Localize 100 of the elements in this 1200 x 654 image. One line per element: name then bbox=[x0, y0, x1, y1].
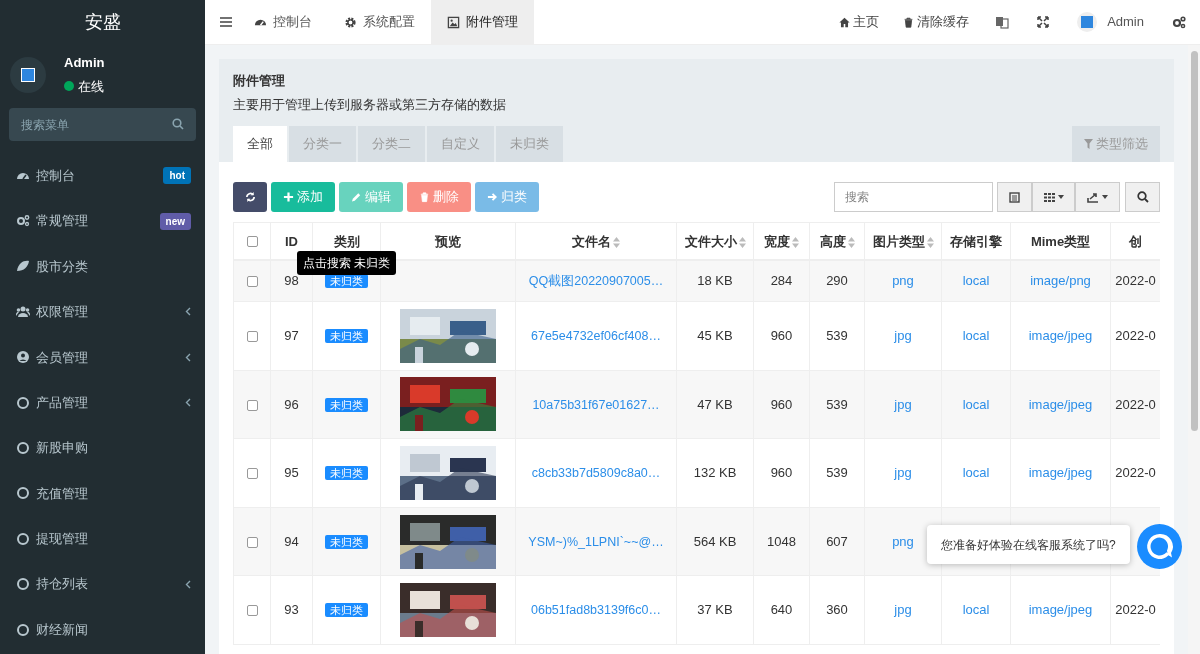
storage-link[interactable]: local bbox=[962, 465, 990, 481]
sidebar-item[interactable]: 充值管理 bbox=[0, 470, 205, 517]
mime-link[interactable]: image/jpeg bbox=[1028, 328, 1093, 344]
storage-link[interactable]: local bbox=[962, 328, 990, 344]
category-tag[interactable]: 未归类 bbox=[325, 329, 368, 344]
user-name[interactable]: Admin bbox=[1107, 12, 1144, 32]
gears-icon bbox=[16, 214, 30, 229]
date-cell: 2022-0 bbox=[1115, 328, 1156, 344]
mime-link[interactable]: image/jpeg bbox=[1028, 465, 1093, 481]
id-cell: 93 bbox=[284, 602, 299, 618]
row-checkbox[interactable] bbox=[246, 536, 258, 548]
filename-link[interactable]: YSM~)%_1LPNI`~~@… bbox=[528, 534, 664, 549]
image-type-link[interactable]: png bbox=[892, 533, 914, 549]
row-checkbox[interactable] bbox=[246, 605, 258, 617]
sidebar-item[interactable]: 权限管理 bbox=[0, 289, 205, 335]
leaf-icon bbox=[16, 259, 30, 274]
image-type-link[interactable]: jpg bbox=[894, 396, 912, 412]
search-button[interactable] bbox=[1125, 182, 1160, 212]
nav-link[interactable]: 清除缓存 bbox=[891, 0, 982, 44]
size-cell: 45 KB bbox=[697, 328, 733, 344]
id-cell: 97 bbox=[284, 328, 299, 344]
column-header[interactable]: 高度 bbox=[809, 222, 865, 260]
width-cell: 284 bbox=[770, 273, 793, 288]
pencil-icon bbox=[351, 191, 362, 203]
filename-link[interactable]: 67e5e4732ef06cf408… bbox=[531, 328, 661, 343]
panel-title: 附件管理 bbox=[233, 72, 286, 90]
sidebar-item[interactable]: 提现管理 bbox=[0, 516, 205, 562]
sort-icon bbox=[847, 237, 855, 249]
id-cell: 94 bbox=[284, 533, 299, 549]
id-cell: 96 bbox=[284, 396, 299, 412]
sidebar-item[interactable]: 会员管理 bbox=[0, 334, 205, 380]
image-type-link[interactable]: jpg bbox=[894, 328, 912, 344]
nav-tab[interactable]: 附件管理 bbox=[431, 0, 534, 44]
sidebar-item[interactable]: 新股申购 bbox=[0, 425, 205, 471]
refresh-button[interactable] bbox=[233, 182, 267, 212]
column-header[interactable]: 文件大小 bbox=[676, 222, 754, 260]
sort-icon bbox=[926, 237, 934, 249]
menu-icon[interactable] bbox=[220, 17, 232, 27]
select-all-checkbox[interactable] bbox=[246, 236, 258, 248]
mime-link[interactable]: image/jpeg bbox=[1028, 396, 1093, 412]
image-type-link[interactable]: jpg bbox=[894, 465, 912, 481]
chat-prompt-bubble[interactable]: 您准备好体验在线客服系统了吗? bbox=[927, 525, 1130, 564]
height-cell: 539 bbox=[826, 465, 848, 481]
sidebar-item[interactable]: 财经新闻 bbox=[0, 606, 205, 653]
filename-link[interactable]: c8cb33b7d5809c8a0… bbox=[531, 466, 661, 481]
refresh-icon bbox=[244, 191, 256, 203]
avatar-icon bbox=[10, 56, 46, 93]
row-checkbox[interactable] bbox=[246, 331, 258, 343]
image-type-link[interactable]: jpg bbox=[894, 602, 912, 618]
storage-link[interactable]: local bbox=[962, 273, 990, 288]
mime-link[interactable]: image/jpeg bbox=[1028, 602, 1093, 618]
sidebar-item[interactable]: 股市分类 bbox=[0, 243, 205, 290]
filter-tab[interactable]: 全部 bbox=[233, 126, 287, 162]
users-icon bbox=[16, 304, 30, 319]
grid-icon bbox=[1043, 192, 1055, 202]
filter-tab[interactable]: 未归类 bbox=[496, 126, 563, 162]
date-cell: 2022-0 bbox=[1115, 273, 1156, 288]
columns-button[interactable] bbox=[1032, 182, 1075, 212]
circle-icon bbox=[16, 577, 30, 592]
add-button[interactable]: 添加 bbox=[271, 182, 335, 212]
export-button[interactable] bbox=[1075, 182, 1120, 212]
image-type-link[interactable]: png bbox=[892, 273, 914, 288]
scrollbar[interactable] bbox=[1188, 45, 1200, 654]
row-checkbox[interactable] bbox=[246, 468, 258, 480]
category-tag[interactable]: 未归类 bbox=[325, 534, 368, 549]
sidebar-item[interactable]: 控制台 hot bbox=[0, 153, 205, 199]
sidebar-item[interactable]: 常规管理 new bbox=[0, 198, 205, 244]
sidebar-item[interactable]: 持仓列表 bbox=[0, 561, 205, 607]
column-header[interactable]: 图片类型 bbox=[864, 222, 942, 260]
caret-icon bbox=[1057, 195, 1064, 199]
filename-link[interactable]: 10a75b31f67e01627… bbox=[532, 397, 660, 412]
filename-link[interactable]: 06b51fad8b3139f6c0… bbox=[531, 603, 661, 618]
size-cell: 47 KB bbox=[697, 396, 733, 412]
column-header[interactable]: 存储引擎 bbox=[941, 222, 1011, 260]
chat-icon[interactable] bbox=[1137, 524, 1182, 569]
row-checkbox[interactable] bbox=[246, 276, 258, 288]
category-tag[interactable]: 未归类 bbox=[325, 466, 368, 481]
row-checkbox[interactable] bbox=[246, 399, 258, 411]
size-cell: 132 KB bbox=[693, 465, 737, 481]
category-tag[interactable]: 未归类 bbox=[325, 397, 368, 412]
column-header[interactable]: 宽度 bbox=[753, 222, 810, 260]
nav-link[interactable]: 主页 bbox=[827, 0, 892, 44]
filter-tab[interactable]: 分类二 bbox=[358, 126, 425, 162]
translate-icon[interactable] bbox=[995, 15, 1010, 29]
menu-search-field[interactable]: 搜索菜单 bbox=[9, 108, 196, 141]
sidebar-item[interactable]: 产品管理 bbox=[0, 379, 205, 426]
filter-tab[interactable]: 自定义 bbox=[427, 126, 494, 162]
gears-icon[interactable] bbox=[1172, 15, 1186, 29]
view-toggle-button[interactable] bbox=[997, 182, 1032, 212]
avatar-icon[interactable] bbox=[1077, 12, 1098, 32]
storage-link[interactable]: local bbox=[962, 396, 990, 412]
column-header[interactable]: Mime类型 bbox=[1010, 222, 1111, 260]
column-header[interactable]: 文件名 bbox=[515, 222, 677, 260]
fullscreen-icon[interactable] bbox=[1037, 16, 1050, 28]
date-cell: 2022-0 bbox=[1115, 396, 1156, 412]
type-filter-button[interactable]: 类型筛选 bbox=[1072, 126, 1160, 162]
search-field[interactable]: 搜索 bbox=[834, 182, 993, 212]
category-tag[interactable]: 未归类 bbox=[325, 603, 368, 618]
gear-icon bbox=[344, 15, 357, 29]
storage-link[interactable]: local bbox=[962, 602, 990, 618]
